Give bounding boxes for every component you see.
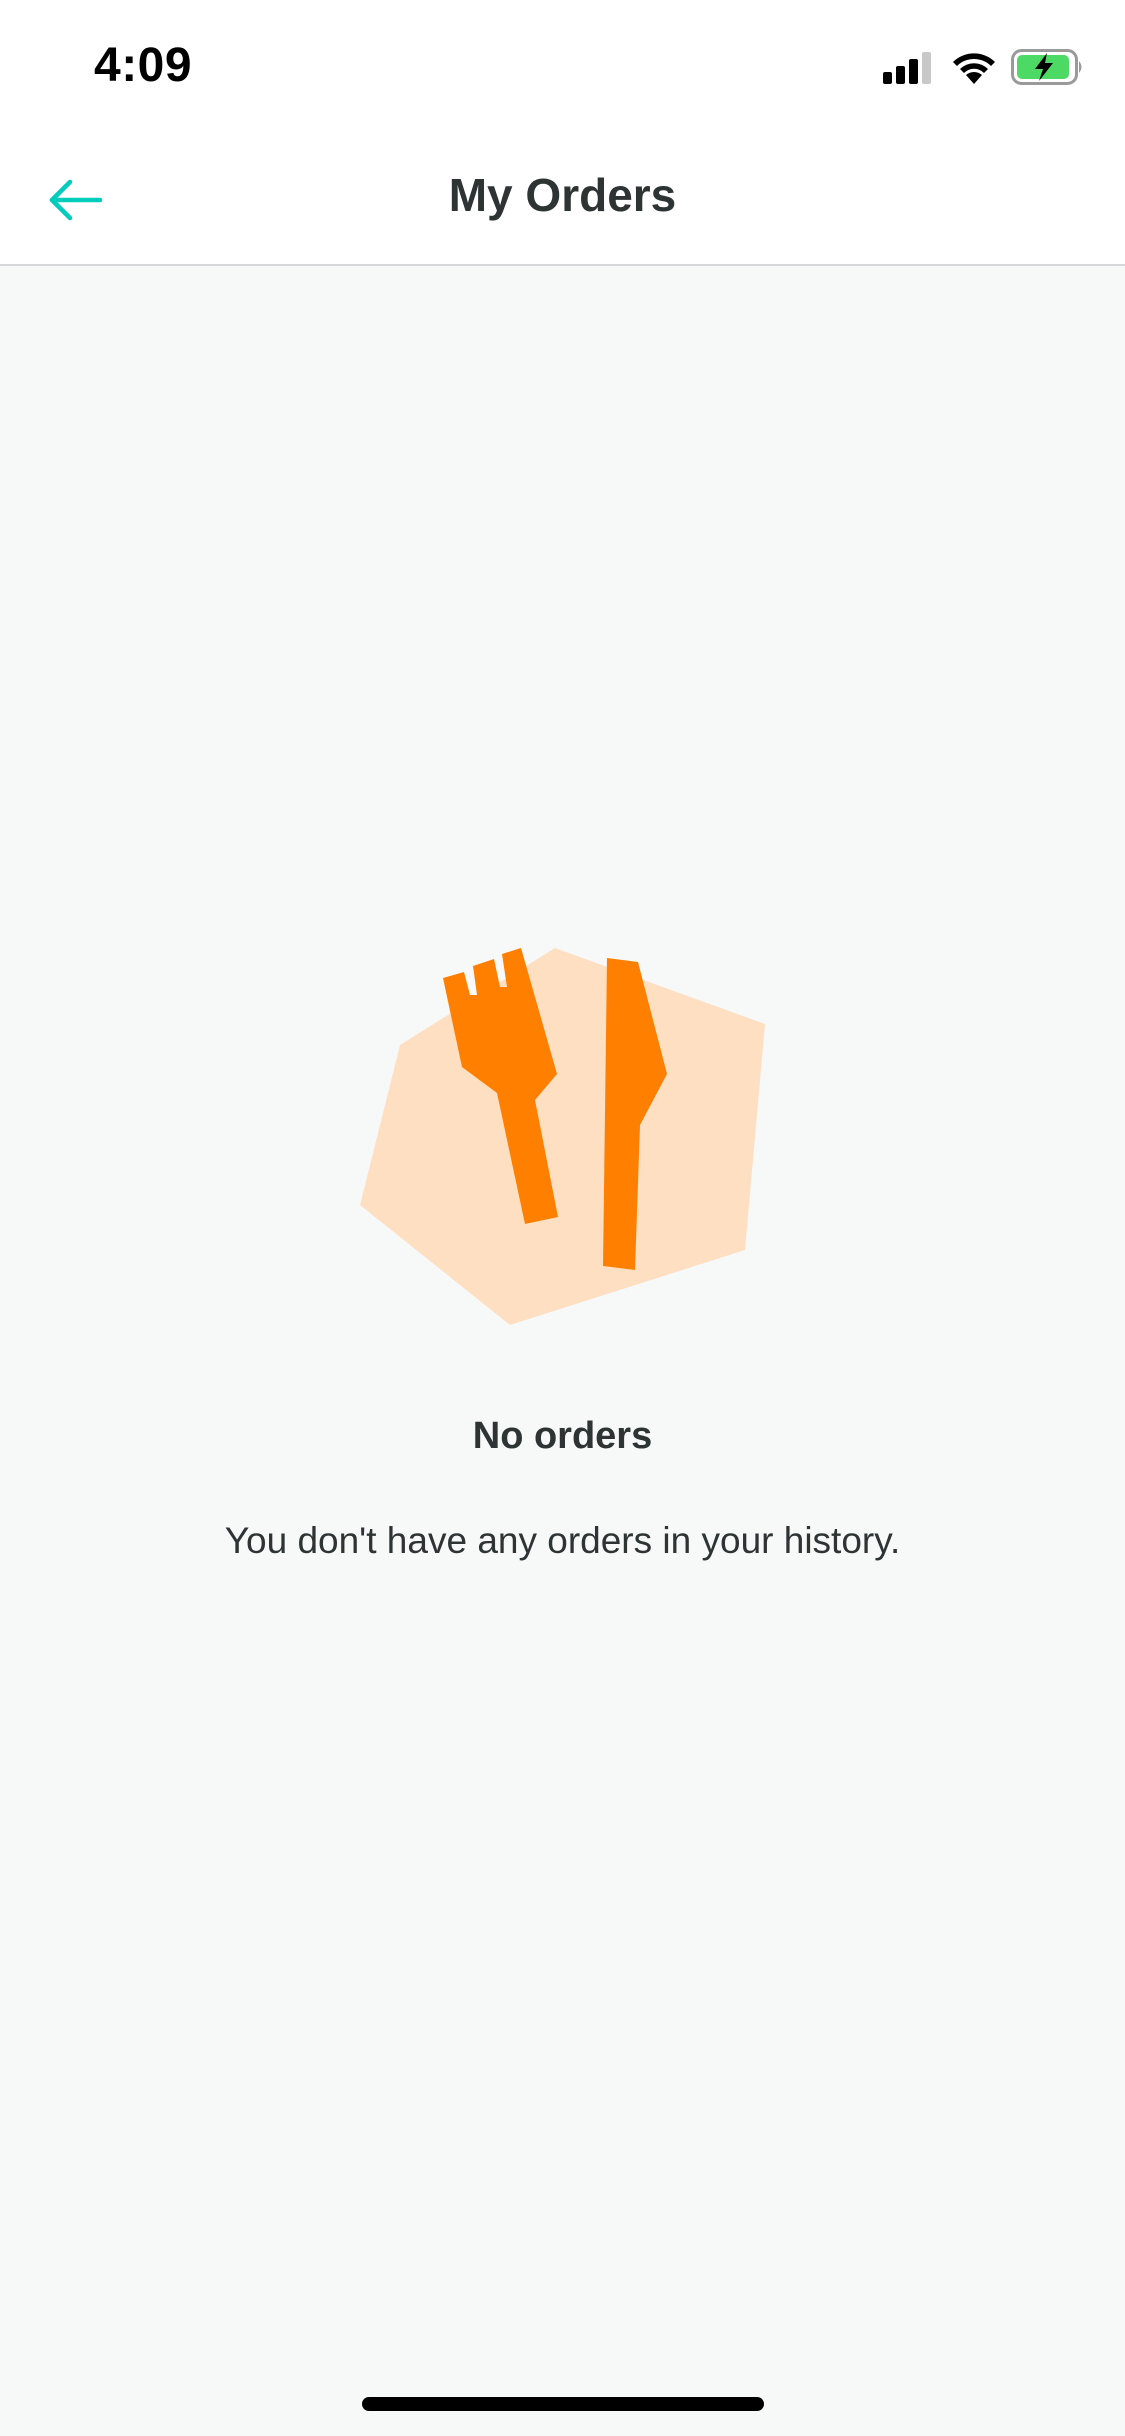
status-bar: 4:09 bbox=[0, 0, 1125, 132]
fork-knife-icon bbox=[355, 900, 775, 1330]
status-icons bbox=[883, 48, 1085, 90]
status-time: 4:09 bbox=[94, 39, 193, 92]
cellular-signal-icon bbox=[883, 50, 937, 89]
battery-charging-icon bbox=[1011, 48, 1085, 90]
my-orders-screen: 4:09 My Orders No orders You don't have … bbox=[0, 0, 1125, 2436]
home-indicator[interactable] bbox=[362, 2397, 764, 2411]
wifi-icon bbox=[951, 50, 997, 89]
navigation-bar: My Orders bbox=[0, 132, 1125, 266]
empty-state-message: You don't have any orders in your histor… bbox=[224, 1520, 901, 1561]
empty-state-title: No orders bbox=[472, 1415, 653, 1457]
page-title: My Orders bbox=[448, 169, 677, 221]
